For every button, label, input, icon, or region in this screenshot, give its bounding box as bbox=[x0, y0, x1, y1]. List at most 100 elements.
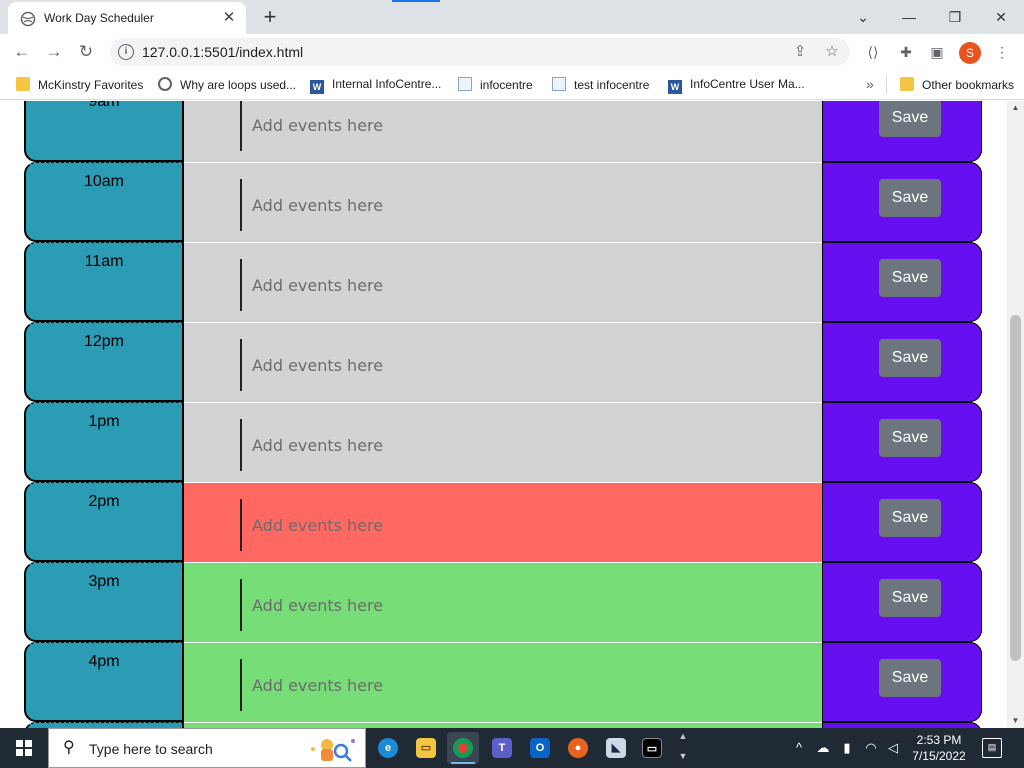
battery-icon[interactable]: ▮ bbox=[838, 739, 856, 757]
hour-label: 3pm bbox=[88, 573, 120, 590]
extension-icon[interactable]: ⟨⟩ bbox=[863, 42, 883, 62]
tab-list-icon[interactable]: ⌄ bbox=[848, 4, 878, 30]
folder-icon bbox=[16, 77, 30, 91]
hour-label: 10am bbox=[83, 173, 125, 190]
site-info-icon[interactable]: i bbox=[118, 44, 134, 60]
puzzle-icon[interactable]: ✚ bbox=[896, 42, 916, 62]
reload-icon[interactable]: ↻ bbox=[74, 40, 98, 64]
event-description bbox=[184, 162, 822, 242]
notifications-icon[interactable]: ▤ bbox=[982, 738, 1002, 758]
clock-date: 7/15/2022 bbox=[912, 749, 966, 763]
sidepanel-icon[interactable]: ▣ bbox=[927, 42, 947, 62]
time-block-row: 2pm Save bbox=[24, 482, 982, 562]
forward-icon[interactable]: → bbox=[42, 40, 66, 64]
word-icon: W bbox=[310, 80, 324, 94]
taskbar-clock[interactable]: 2:53 PM 7/15/2022 bbox=[904, 732, 974, 764]
scroll-down-icon[interactable]: ▼ bbox=[1007, 714, 1024, 728]
back-icon[interactable]: ← bbox=[10, 40, 34, 64]
search-icon: ⚲ bbox=[63, 739, 75, 756]
file-explorer-icon[interactable]: ▭ bbox=[410, 732, 442, 764]
save-button[interactable]: Save bbox=[879, 339, 941, 377]
tray-expand-icon[interactable]: ^ bbox=[790, 739, 808, 757]
scroll-thumb[interactable] bbox=[1010, 315, 1021, 661]
save-button[interactable]: Save bbox=[879, 419, 941, 457]
taskbar-search[interactable]: ⚲ Type here to search bbox=[48, 728, 366, 768]
bookmark-item[interactable]: McKinstry Favorites bbox=[16, 77, 143, 92]
hour-label: 12pm bbox=[83, 333, 125, 350]
start-button[interactable] bbox=[0, 728, 48, 768]
bookmarks-overflow-icon[interactable]: » bbox=[866, 76, 874, 92]
save-column: Save bbox=[822, 101, 982, 162]
hour-cell: 2pm bbox=[24, 482, 184, 562]
save-column: Save bbox=[822, 322, 982, 402]
event-input[interactable] bbox=[240, 499, 800, 551]
teams-icon[interactable]: T bbox=[486, 732, 518, 764]
event-description bbox=[184, 101, 822, 162]
time-block-row: 3pm Save bbox=[24, 562, 982, 642]
browser-tab[interactable]: Work Day Scheduler ✕ bbox=[8, 2, 246, 34]
tab-accent-bar bbox=[392, 0, 440, 2]
event-input[interactable] bbox=[240, 259, 800, 311]
save-button[interactable]: Save bbox=[879, 579, 941, 617]
save-button[interactable]: Save bbox=[879, 179, 941, 217]
chrome-icon[interactable] bbox=[447, 732, 479, 764]
scroll-up-icon[interactable]: ▲ bbox=[1007, 101, 1024, 115]
close-window-button[interactable]: ✕ bbox=[986, 4, 1016, 30]
time-block-row: 10am Save bbox=[24, 162, 982, 242]
other-bookmarks[interactable]: Other bookmarks bbox=[900, 77, 1014, 92]
address-bar[interactable]: i 127.0.0.1:5501/index.html ⇪ ☆ bbox=[110, 38, 850, 66]
tab-title: Work Day Scheduler bbox=[44, 11, 154, 25]
save-column: Save bbox=[822, 482, 982, 562]
time-block-row: 12pm Save bbox=[24, 322, 982, 402]
windows-taskbar: ⚲ Type here to search e ▭ T O ● ◣ ▭ ▲ ▼ ^… bbox=[0, 728, 1024, 768]
terminal-icon[interactable]: ▭ bbox=[636, 732, 668, 764]
save-button[interactable]: Save bbox=[879, 499, 941, 537]
app-icon[interactable]: ◣ bbox=[600, 732, 632, 764]
hour-cell: 1pm bbox=[24, 402, 184, 482]
minimize-button[interactable]: — bbox=[894, 4, 924, 30]
volume-icon[interactable]: ◁ bbox=[884, 739, 902, 757]
taskbar-overflow[interactable]: ▲ ▼ bbox=[676, 728, 690, 768]
bookmark-item[interactable]: test infocentre bbox=[552, 77, 649, 92]
event-input[interactable] bbox=[240, 579, 800, 631]
word-icon: W bbox=[668, 80, 682, 94]
new-tab-button[interactable]: + bbox=[258, 6, 282, 28]
page-viewport: 9am Save 10am Save 11am Save 12pm Save 1… bbox=[0, 101, 1024, 728]
hour-label: 1pm bbox=[88, 413, 120, 430]
url-text[interactable]: 127.0.0.1:5501/index.html bbox=[142, 44, 303, 60]
bookmark-item[interactable]: W Internal InfoCentre... bbox=[310, 77, 441, 94]
save-column: Save bbox=[822, 242, 982, 322]
time-block-row: 9am Save bbox=[24, 101, 982, 162]
event-input[interactable] bbox=[240, 659, 800, 711]
tab-strip: Work Day Scheduler ✕ + ⌄ — ❐ ✕ bbox=[0, 0, 1024, 34]
bookmark-item[interactable]: W InfoCentre User Ma... bbox=[668, 77, 805, 94]
save-button[interactable]: Save bbox=[879, 259, 941, 297]
page-scrollbar[interactable]: ▲ ▼ bbox=[1007, 101, 1024, 728]
save-button[interactable]: Save bbox=[879, 101, 941, 137]
menu-icon[interactable]: ⋮ bbox=[992, 42, 1012, 62]
share-icon[interactable]: ⇪ bbox=[790, 42, 810, 62]
event-input[interactable] bbox=[240, 101, 800, 151]
save-button[interactable]: Save bbox=[879, 659, 941, 697]
bookmark-item[interactable]: infocentre bbox=[458, 77, 533, 92]
globe-icon bbox=[158, 77, 172, 91]
hour-cell: 9am bbox=[24, 101, 184, 162]
wifi-icon[interactable]: ◠ bbox=[862, 739, 880, 757]
event-input[interactable] bbox=[240, 179, 800, 231]
search-placeholder: Type here to search bbox=[89, 741, 213, 757]
hour-cell: 11am bbox=[24, 242, 184, 322]
star-icon[interactable]: ☆ bbox=[822, 42, 842, 62]
firefox-icon[interactable]: ● bbox=[562, 732, 594, 764]
event-input[interactable] bbox=[240, 339, 800, 391]
time-block-row: 4pm Save bbox=[24, 642, 982, 722]
edge-icon[interactable]: e bbox=[372, 732, 404, 764]
event-input[interactable] bbox=[240, 419, 800, 471]
hour-label: 11am bbox=[84, 253, 124, 270]
clock-time: 2:53 PM bbox=[916, 733, 962, 747]
outlook-icon[interactable]: O bbox=[524, 732, 556, 764]
restore-button[interactable]: ❐ bbox=[940, 4, 970, 30]
bookmark-item[interactable]: Why are loops used... bbox=[158, 77, 296, 92]
onedrive-icon[interactable]: ☁ bbox=[814, 739, 832, 757]
tab-close-icon[interactable]: ✕ bbox=[220, 9, 238, 27]
profile-avatar[interactable]: S bbox=[959, 42, 981, 64]
